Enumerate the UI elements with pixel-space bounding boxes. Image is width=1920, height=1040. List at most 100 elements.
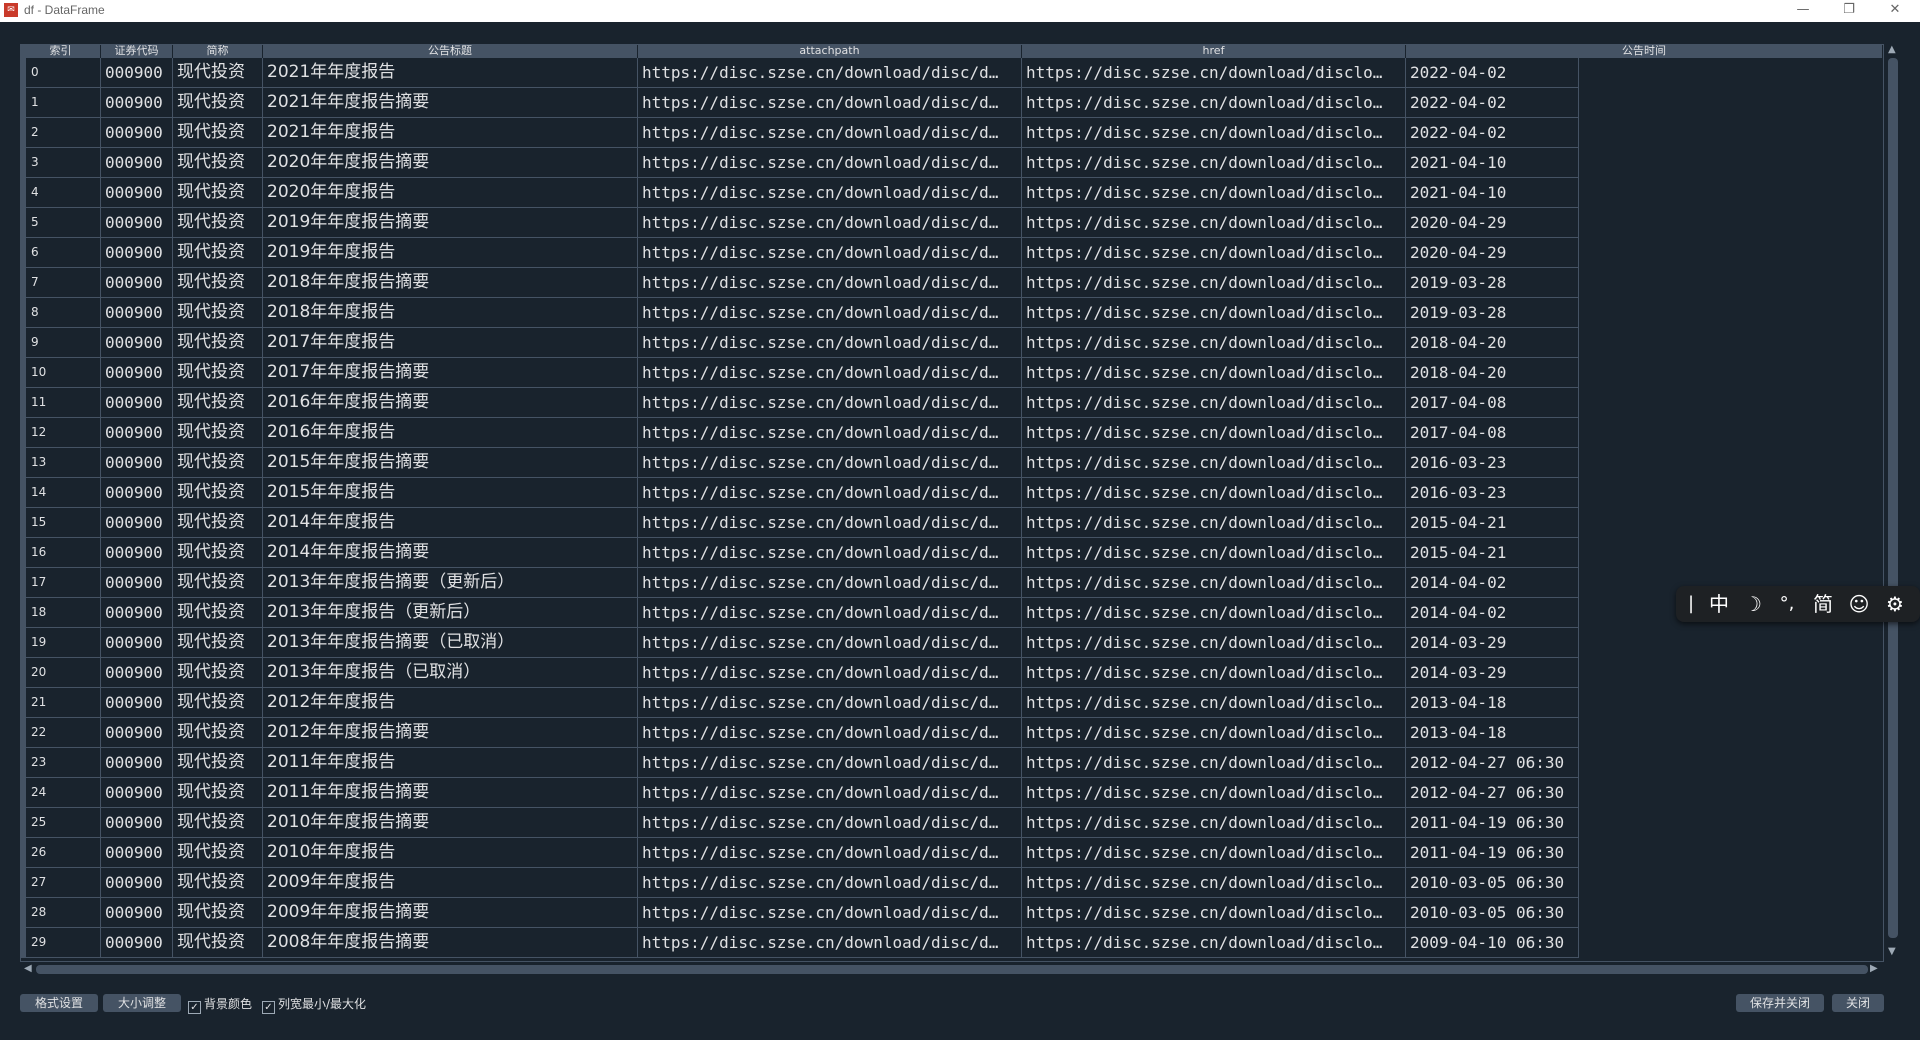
- checkbox-check-icon[interactable]: ✓: [262, 1001, 275, 1014]
- cell-attachpath[interactable]: https://disc.szse.cn/download/disc/d…: [638, 418, 1022, 448]
- cell-name[interactable]: 现代投资: [173, 328, 263, 358]
- save-and-close-button[interactable]: 保存并关闭: [1736, 994, 1824, 1012]
- cell-code[interactable]: 000900: [101, 88, 173, 118]
- cell-code[interactable]: 000900: [101, 118, 173, 148]
- header-href[interactable]: href: [1022, 45, 1406, 58]
- cell-name[interactable]: 现代投资: [173, 808, 263, 838]
- cell-name[interactable]: 现代投资: [173, 658, 263, 688]
- cell-title[interactable]: 2011年年度报告: [263, 748, 638, 778]
- table-row[interactable]: 21 000900 现代投资 2012年年度报告 https://disc.szse.c…: [21, 688, 1581, 718]
- cell-title[interactable]: 2020年年度报告: [263, 178, 638, 208]
- row-index[interactable]: 22: [21, 718, 101, 748]
- cell-attachpath[interactable]: https://disc.szse.cn/download/disc/d…: [638, 328, 1022, 358]
- cell-href[interactable]: https://disc.szse.cn/download/disclo…: [1022, 598, 1406, 628]
- header-index[interactable]: 索引: [21, 45, 101, 58]
- cell-code[interactable]: 000900: [101, 778, 173, 808]
- cell-time[interactable]: 2018-04-20: [1406, 328, 1579, 358]
- cell-time[interactable]: 2021-04-10: [1406, 178, 1579, 208]
- cell-time[interactable]: 2018-04-20: [1406, 358, 1579, 388]
- cell-code[interactable]: 000900: [101, 868, 173, 898]
- script-toggle[interactable]: 简: [1808, 586, 1838, 622]
- cell-time[interactable]: 2009-04-10 06:30: [1406, 928, 1579, 958]
- cell-attachpath[interactable]: https://disc.szse.cn/download/disc/d…: [638, 748, 1022, 778]
- cell-name[interactable]: 现代投资: [173, 298, 263, 328]
- cell-attachpath[interactable]: https://disc.szse.cn/download/disc/d…: [638, 928, 1022, 958]
- table-row[interactable]: 19 000900 现代投资 2013年年度报告摘要（已取消） https://disc…: [21, 628, 1581, 658]
- cell-href[interactable]: https://disc.szse.cn/download/disclo…: [1022, 928, 1406, 958]
- cell-name[interactable]: 现代投资: [173, 58, 263, 88]
- row-index[interactable]: 5: [21, 208, 101, 238]
- cell-attachpath[interactable]: https://disc.szse.cn/download/disc/d…: [638, 898, 1022, 928]
- table-row[interactable]: 26 000900 现代投资 2010年年度报告 https://disc.szse.c…: [21, 838, 1581, 868]
- table-row[interactable]: 27 000900 现代投资 2009年年度报告 https://disc.szse.c…: [21, 868, 1581, 898]
- cell-attachpath[interactable]: https://disc.szse.cn/download/disc/d…: [638, 808, 1022, 838]
- cell-href[interactable]: https://disc.szse.cn/download/disclo…: [1022, 778, 1406, 808]
- cell-href[interactable]: https://disc.szse.cn/download/disclo…: [1022, 448, 1406, 478]
- dataframe-table[interactable]: 索引 证券代码 简称 公告标题 attachpath href 公告时间 0 00…: [20, 44, 1884, 962]
- cell-href[interactable]: https://disc.szse.cn/download/disclo…: [1022, 88, 1406, 118]
- cell-attachpath[interactable]: https://disc.szse.cn/download/disc/d…: [638, 838, 1022, 868]
- cell-time[interactable]: 2014-04-02: [1406, 568, 1579, 598]
- cell-attachpath[interactable]: https://disc.szse.cn/download/disc/d…: [638, 88, 1022, 118]
- cell-name[interactable]: 现代投资: [173, 928, 263, 958]
- row-index[interactable]: 12: [21, 418, 101, 448]
- row-index[interactable]: 13: [21, 448, 101, 478]
- row-index[interactable]: 27: [21, 868, 101, 898]
- cell-time[interactable]: 2013-04-18: [1406, 718, 1579, 748]
- cell-attachpath[interactable]: https://disc.szse.cn/download/disc/d…: [638, 658, 1022, 688]
- cell-attachpath[interactable]: https://disc.szse.cn/download/disc/d…: [638, 568, 1022, 598]
- cell-href[interactable]: https://disc.szse.cn/download/disclo…: [1022, 178, 1406, 208]
- cell-name[interactable]: 现代投资: [173, 508, 263, 538]
- table-row[interactable]: 10 000900 现代投资 2017年年度报告摘要 https://disc.szse…: [21, 358, 1581, 388]
- cell-title[interactable]: 2013年年度报告摘要（更新后）: [263, 568, 638, 598]
- checkbox-check-icon[interactable]: ✓: [188, 1001, 201, 1014]
- close-window-button[interactable]: ✕: [1872, 0, 1918, 22]
- table-row[interactable]: 25 000900 现代投资 2010年年度报告摘要 https://disc.szse…: [21, 808, 1581, 838]
- row-index[interactable]: 8: [21, 298, 101, 328]
- cell-title[interactable]: 2014年年度报告: [263, 508, 638, 538]
- cell-title[interactable]: 2021年年度报告摘要: [263, 88, 638, 118]
- cell-attachpath[interactable]: https://disc.szse.cn/download/disc/d…: [638, 268, 1022, 298]
- cell-time[interactable]: 2022-04-02: [1406, 118, 1579, 148]
- cell-title[interactable]: 2021年年度报告: [263, 58, 638, 88]
- table-row[interactable]: 1 000900 现代投资 2021年年度报告摘要 https://disc.szse.…: [21, 88, 1581, 118]
- table-row[interactable]: 22 000900 现代投资 2012年年度报告摘要 https://disc.szse…: [21, 718, 1581, 748]
- header-name[interactable]: 简称: [173, 45, 263, 58]
- cell-code[interactable]: 000900: [101, 838, 173, 868]
- cell-code[interactable]: 000900: [101, 508, 173, 538]
- row-index[interactable]: 25: [21, 808, 101, 838]
- minimize-button[interactable]: —: [1780, 0, 1826, 22]
- table-row[interactable]: 29 000900 现代投资 2008年年度报告摘要 https://disc.szse…: [21, 928, 1581, 958]
- cell-title[interactable]: 2011年年度报告摘要: [263, 778, 638, 808]
- row-index[interactable]: 16: [21, 538, 101, 568]
- cell-name[interactable]: 现代投资: [173, 718, 263, 748]
- cell-href[interactable]: https://disc.szse.cn/download/disclo…: [1022, 748, 1406, 778]
- cell-name[interactable]: 现代投资: [173, 418, 263, 448]
- cell-href[interactable]: https://disc.szse.cn/download/disclo…: [1022, 658, 1406, 688]
- cell-title[interactable]: 2013年年度报告（更新后）: [263, 598, 638, 628]
- cell-time[interactable]: 2019-03-28: [1406, 268, 1579, 298]
- row-index[interactable]: 24: [21, 778, 101, 808]
- cell-time[interactable]: 2022-04-02: [1406, 88, 1579, 118]
- cell-time[interactable]: 2014-03-29: [1406, 658, 1579, 688]
- cell-title[interactable]: 2013年年度报告（已取消）: [263, 658, 638, 688]
- cell-attachpath[interactable]: https://disc.szse.cn/download/disc/d…: [638, 778, 1022, 808]
- cell-code[interactable]: 000900: [101, 538, 173, 568]
- restore-button[interactable]: ❐: [1826, 0, 1872, 22]
- cell-name[interactable]: 现代投资: [173, 88, 263, 118]
- row-index[interactable]: 7: [21, 268, 101, 298]
- table-row[interactable]: 4 000900 现代投资 2020年年度报告 https://disc.szse.cn…: [21, 178, 1581, 208]
- cell-attachpath[interactable]: https://disc.szse.cn/download/disc/d…: [638, 388, 1022, 418]
- row-index[interactable]: 29: [21, 928, 101, 958]
- cell-time[interactable]: 2014-04-02: [1406, 598, 1579, 628]
- cell-attachpath[interactable]: https://disc.szse.cn/download/disc/d…: [638, 538, 1022, 568]
- cell-href[interactable]: https://disc.szse.cn/download/disclo…: [1022, 208, 1406, 238]
- cell-name[interactable]: 现代投资: [173, 208, 263, 238]
- row-index[interactable]: 0: [21, 58, 101, 88]
- cell-name[interactable]: 现代投资: [173, 688, 263, 718]
- cell-title[interactable]: 2018年年度报告摘要: [263, 268, 638, 298]
- cell-title[interactable]: 2010年年度报告摘要: [263, 808, 638, 838]
- cell-attachpath[interactable]: https://disc.szse.cn/download/disc/d…: [638, 598, 1022, 628]
- cell-code[interactable]: 000900: [101, 328, 173, 358]
- resize-button[interactable]: 大小调整: [103, 994, 181, 1012]
